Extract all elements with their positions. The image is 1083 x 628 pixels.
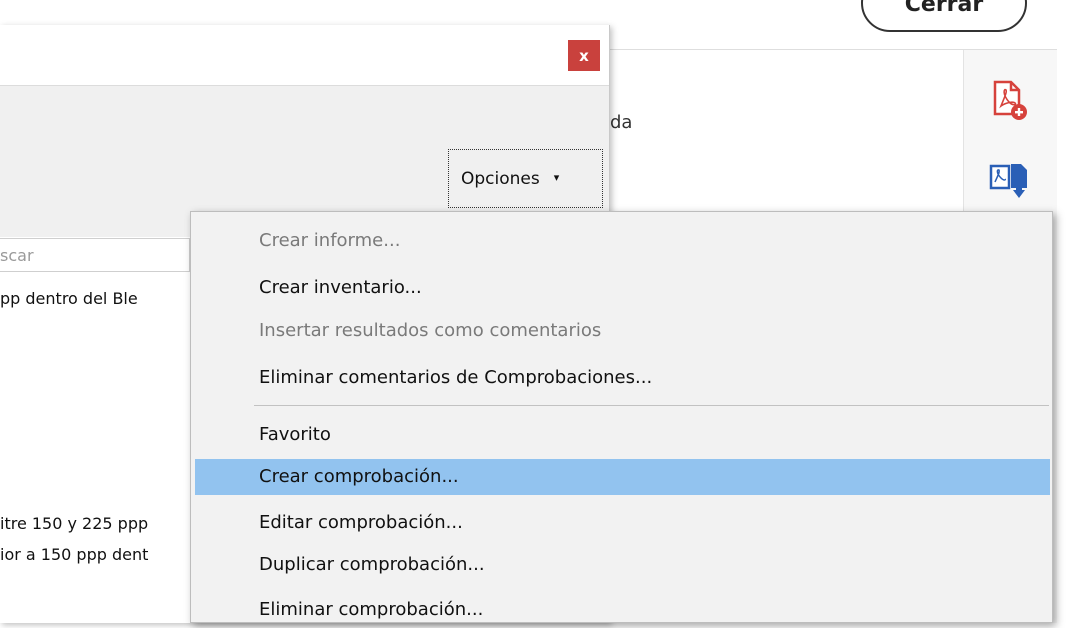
menu-item-duplicar-comprobacion[interactable]: Duplicar comprobación... — [195, 547, 1050, 583]
menu-item-insertar-resultados[interactable]: Insertar resultados como comentarios — [195, 313, 1050, 349]
menu-item-favorito[interactable]: Favorito — [195, 417, 1050, 453]
list-item[interactable]: itre 150 y 225 ppp — [0, 514, 148, 533]
dialog-close-button[interactable]: x — [568, 40, 600, 71]
create-pdf-icon[interactable] — [987, 78, 1031, 122]
menu-item-crear-inventario[interactable]: Crear inventario... — [195, 270, 1050, 306]
list-item[interactable]: ior a 150 ppp dent — [0, 545, 148, 564]
background-partial-text: da — [610, 112, 633, 133]
menu-item-editar-comprobacion[interactable]: Editar comprobación... — [195, 505, 1050, 541]
search-input[interactable]: scar — [0, 238, 190, 272]
window-edge — [1057, 0, 1083, 623]
menu-item-crear-informe[interactable]: Crear informe... — [195, 223, 1050, 259]
options-dropdown-button[interactable]: Opciones ▾ — [448, 149, 603, 208]
menu-separator — [254, 405, 1049, 406]
menu-item-crear-comprobacion[interactable]: Crear comprobación... — [195, 459, 1050, 495]
close-button[interactable]: Cerrar — [861, 0, 1027, 32]
options-menu: Crear informe... Crear inventario... Ins… — [190, 211, 1053, 623]
options-button-label: Opciones — [461, 168, 540, 189]
export-pdf-icon[interactable] — [987, 160, 1031, 204]
dialog-title-bar — [0, 25, 609, 86]
menu-item-eliminar-comentarios[interactable]: Eliminar comentarios de Comprobaciones..… — [195, 360, 1050, 396]
chevron-down-icon: ▾ — [553, 170, 560, 184]
search-placeholder: scar — [0, 246, 34, 265]
list-item[interactable]: pp dentro del Ble — [0, 289, 138, 308]
